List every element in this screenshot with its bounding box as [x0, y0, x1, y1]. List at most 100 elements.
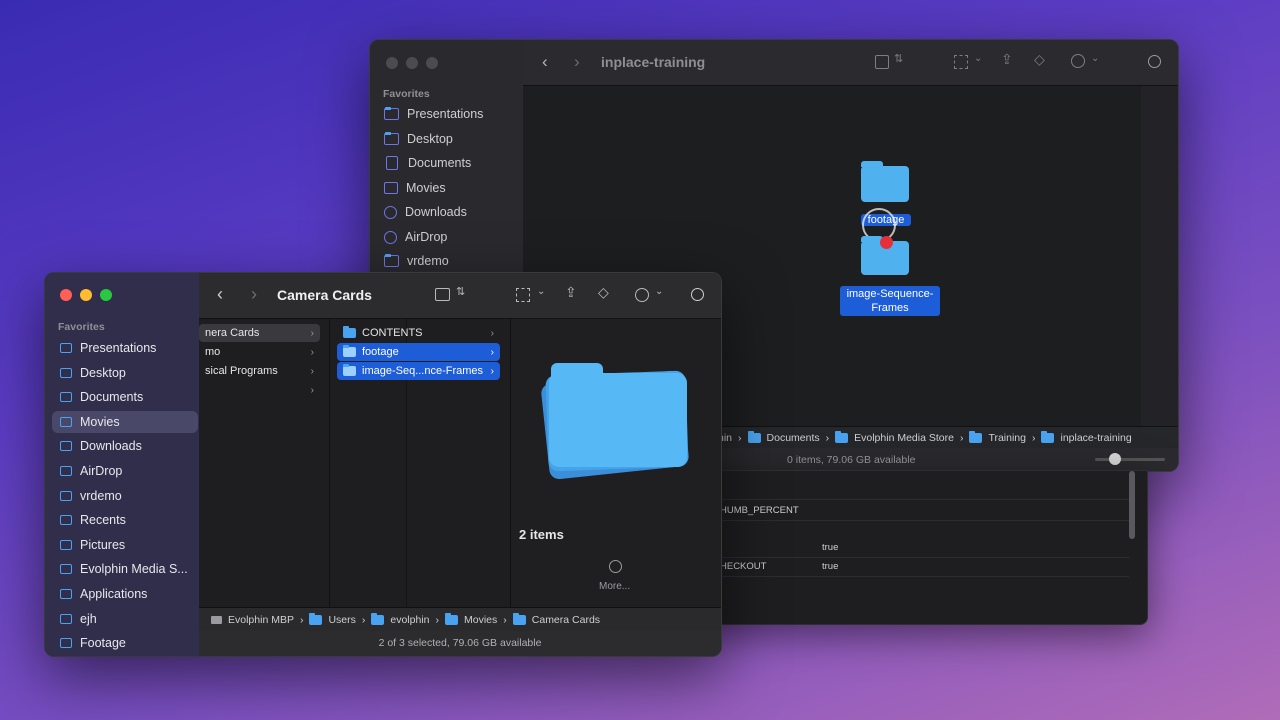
minimize-button[interactable]: [406, 57, 418, 69]
group-icon[interactable]: [516, 288, 530, 302]
sidebar-item-ejh[interactable]: ejh: [52, 608, 198, 630]
sidebar-item-label: Documents: [408, 156, 472, 170]
sidebar-item-desktop[interactable]: Desktop: [376, 128, 524, 150]
close-button[interactable]: [60, 289, 72, 301]
tag-icon[interactable]: ◇: [598, 284, 609, 301]
search-icon[interactable]: [1148, 55, 1161, 68]
chevron-down-icon[interactable]: ⌄: [974, 53, 982, 64]
folder-row-contents[interactable]: CONTENTS ›: [337, 324, 500, 342]
slider-knob[interactable]: [1109, 453, 1121, 465]
path-item[interactable]: Users: [328, 614, 355, 626]
folder-icon: [1041, 430, 1055, 443]
path-item[interactable]: inplace-training: [1060, 432, 1131, 444]
folder-row-image-sequence[interactable]: image-Seq...nce-Frames ›: [337, 362, 500, 380]
folder-icon: [343, 326, 356, 338]
more-label[interactable]: More...: [599, 581, 630, 592]
folder-icon: [309, 612, 323, 625]
sidebar-item-desktop[interactable]: Desktop: [52, 362, 198, 384]
more-actions-icon[interactable]: [635, 288, 649, 302]
back-traffic-lights: [386, 57, 438, 69]
sidebar-item-label: Presentations: [80, 341, 157, 355]
desktop-icon: [384, 132, 399, 145]
chevron-right-icon: ›: [310, 365, 314, 377]
sidebar-item-downloads[interactable]: Downloads: [52, 435, 198, 457]
sidebar-item-airdrop[interactable]: AirDrop: [376, 226, 524, 248]
column1-row[interactable]: nera Cards ›: [199, 324, 320, 342]
zoom-button[interactable]: [100, 289, 112, 301]
path-item[interactable]: Evolphin Media Store: [854, 432, 954, 444]
folder-row-footage[interactable]: footage ›: [337, 343, 500, 361]
chevron-right-icon: ›: [299, 613, 304, 626]
document-icon: [60, 392, 72, 403]
sidebar-item-recents[interactable]: Recents: [52, 509, 198, 531]
list-row[interactable]: HUMB_PERCENT: [701, 499, 1129, 521]
sidebar-item-label: Footage: [80, 636, 126, 651]
search-icon[interactable]: [691, 288, 704, 301]
path-item[interactable]: Training: [988, 432, 1026, 444]
sidebar-item-documents[interactable]: Documents: [52, 386, 198, 408]
folder-row-label: footage: [362, 346, 399, 358]
column1-row[interactable]: ›: [199, 381, 320, 399]
list-scrollbar[interactable]: [1129, 471, 1135, 539]
more-icon[interactable]: [609, 560, 622, 573]
chevron-right-icon: ›: [361, 613, 366, 626]
zoom-button[interactable]: [426, 57, 438, 69]
sidebar-item-vrdemo[interactable]: vrdemo: [376, 250, 524, 272]
chevron-down-icon[interactable]: ⌄: [1091, 53, 1099, 64]
sidebar-item-presentations[interactable]: Presentations: [52, 337, 198, 359]
preview-count: 2 items: [519, 527, 564, 542]
more-actions-icon[interactable]: [1071, 54, 1085, 68]
sidebar-item-documents[interactable]: Documents: [376, 152, 524, 174]
folder-tab: [861, 161, 883, 167]
sidebar-item-vrdemo[interactable]: vrdemo: [52, 485, 198, 507]
sidebar-item-pictures[interactable]: Pictures: [52, 534, 198, 556]
forward-nav-button[interactable]: ›: [574, 52, 580, 72]
column1-row[interactable]: sical Programs ›: [199, 362, 320, 380]
sidebar-item-applications[interactable]: Applications: [52, 583, 198, 605]
path-item[interactable]: Documents: [767, 432, 820, 444]
sidebar-item-footage[interactable]: Footage: [52, 632, 198, 654]
icon-size-slider[interactable]: [1095, 453, 1165, 465]
folder-icon: [60, 638, 72, 649]
path-item[interactable]: Movies: [464, 614, 497, 626]
chevron-down-icon[interactable]: ⌄: [655, 286, 663, 297]
back-scroll-area: [1141, 86, 1178, 426]
path-item[interactable]: Evolphin MBP: [228, 614, 294, 626]
back-nav-button[interactable]: ‹: [542, 52, 548, 72]
sidebar-item-movies[interactable]: Movies: [52, 410, 198, 433]
list-row[interactable]: true: [701, 539, 1129, 558]
column-view-icon[interactable]: [435, 288, 450, 301]
disk-icon: [211, 615, 222, 624]
airdrop-icon: [384, 230, 397, 244]
path-item[interactable]: evolphin: [390, 614, 429, 626]
sidebar-item-downloads[interactable]: Downloads: [376, 201, 524, 223]
group-icon[interactable]: [954, 55, 968, 69]
sidebar-item-label: Presentations: [407, 107, 484, 121]
share-icon[interactable]: ⇪: [1001, 51, 1013, 68]
sidebar-item-airdrop[interactable]: AirDrop: [52, 460, 198, 482]
share-icon[interactable]: ⇪: [565, 284, 577, 301]
view-toggle-icon[interactable]: [875, 55, 889, 69]
close-button[interactable]: [386, 57, 398, 69]
folder-icon: [835, 430, 849, 443]
tag-icon[interactable]: ◇: [1034, 51, 1045, 68]
back-nav-button[interactable]: ‹: [217, 284, 223, 305]
list-cell: HECKOUT: [720, 561, 767, 572]
sidebar-item-presentations[interactable]: Presentations: [376, 103, 524, 125]
forward-nav-button[interactable]: ›: [251, 284, 257, 305]
chevron-right-icon: ›: [738, 431, 742, 444]
icon-label-image-sequence: image-Sequence-Frames: [840, 286, 940, 316]
sidebar-item-label: Desktop: [407, 132, 453, 146]
list-row[interactable]: HECKOUT true: [701, 558, 1129, 577]
minimize-button[interactable]: [80, 289, 92, 301]
column1-row[interactable]: mo ›: [199, 343, 320, 361]
sidebar-item-label: Evolphin Media S...: [80, 562, 188, 577]
folder-icon-footage[interactable]: [861, 161, 909, 202]
path-item[interactable]: Camera Cards: [532, 614, 600, 626]
chevron-down-icon[interactable]: ⌄: [537, 286, 545, 297]
chevron-updown-icon[interactable]: ⇅: [894, 52, 903, 65]
chevron-updown-icon[interactable]: ⇅: [456, 285, 465, 298]
sidebar-item-movies[interactable]: Movies: [376, 177, 524, 199]
sidebar-item-evolphin-media-s[interactable]: Evolphin Media S...: [52, 558, 198, 580]
sidebar-item-label: Pictures: [80, 537, 126, 552]
